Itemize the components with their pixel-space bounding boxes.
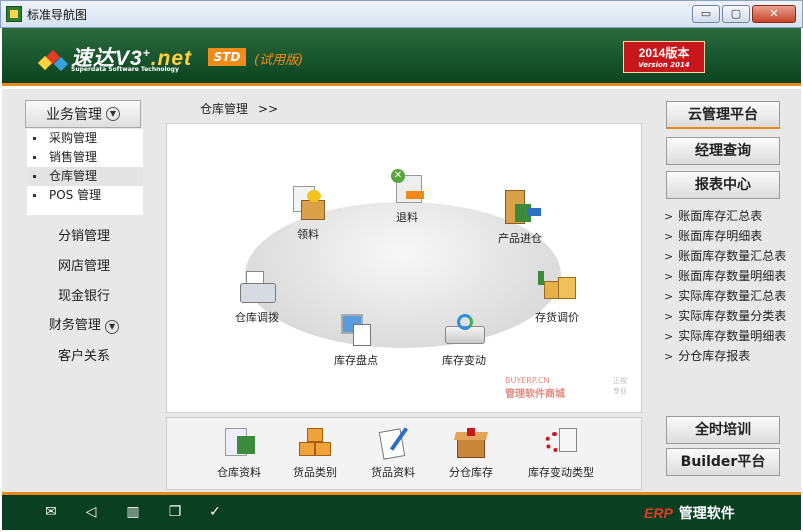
chevron-right-icon: >: [664, 350, 674, 363]
chevron-right-icon: >: [664, 210, 674, 223]
chevron-right-icon: >: [664, 290, 674, 303]
breadcrumb: 仓库管理 >>: [200, 102, 279, 116]
report-link-2[interactable]: > 账面库存明细表: [664, 226, 799, 246]
node-material-requisition[interactable]: 领料: [273, 186, 343, 242]
node-product-inbound[interactable]: 产品进仓: [485, 190, 555, 246]
chevron-right-icon: >: [664, 250, 674, 263]
requisition-box-icon: [289, 186, 327, 224]
version-badge: 2014版本 Version 2014: [623, 41, 705, 73]
edition-badge: STD: [208, 48, 246, 66]
mail-icon[interactable]: ✉: [42, 504, 60, 520]
fax-machine-icon: [238, 269, 276, 307]
logo-subtitle: Superdata Software Technology: [71, 66, 179, 73]
workflow-panel: 领料 ✕ 退料 产品进仓 仓库调拨 存货调价 库存盘点 库存变动 BUYERP.…: [166, 123, 642, 413]
drive-sync-icon: [445, 312, 485, 350]
chevron-down-icon: ▼: [105, 320, 120, 334]
node-inventory-count[interactable]: 库存盘点: [321, 312, 391, 368]
training-button[interactable]: 全时培训: [666, 416, 780, 444]
minimize-button[interactable]: ▭: [692, 5, 720, 23]
window-controls: ▭ ▢ ✕: [692, 5, 796, 23]
builder-platform-button[interactable]: Builder平台: [666, 448, 780, 476]
chevron-right-icon: >: [664, 270, 674, 283]
sidebar-item-webshop[interactable]: 网店管理: [26, 255, 142, 274]
business-submenu: 采购管理 销售管理 仓库管理 POS 管理: [27, 129, 143, 215]
business-management-toggle[interactable]: 业务管理 ▼: [25, 100, 141, 128]
sidebar-item-purchase[interactable]: 采购管理: [27, 129, 143, 148]
app-icon: [6, 6, 22, 22]
manager-query-button[interactable]: 经理查询: [666, 137, 780, 165]
report-link-6[interactable]: > 实际库存数量分类表: [664, 306, 799, 326]
warehouse-doc-icon: [221, 426, 257, 460]
window-titlebar: 标准导航图 ▭ ▢ ✕: [0, 0, 803, 28]
sidebar-item-cash-bank[interactable]: 现金银行: [26, 285, 142, 304]
sidebar-item-sales[interactable]: 销售管理: [27, 148, 143, 167]
report-link-4[interactable]: > 账面库存数量明细表: [664, 266, 799, 286]
erp-brand: ERP 管理软件: [644, 505, 735, 521]
logo-mark-icon: [37, 49, 69, 72]
report-link-5[interactable]: > 实际库存数量汇总表: [664, 286, 799, 306]
bottom-item-goods-data[interactable]: 货品资料: [353, 426, 433, 480]
chevron-down-icon: ▼: [106, 107, 120, 121]
node-inventory-change[interactable]: 库存变动: [429, 312, 499, 368]
node-warehouse-transfer[interactable]: 仓库调拨: [222, 269, 292, 325]
report-link-7[interactable]: > 实际库存数量明细表: [664, 326, 799, 346]
sidebar-item-crm[interactable]: 客户关系: [26, 345, 142, 364]
report-link-1[interactable]: > 账面库存汇总表: [664, 206, 799, 226]
warehouse-in-icon: [501, 190, 541, 228]
header-banner: 速达V3+.net Superdata Software Technology …: [2, 28, 801, 86]
bottom-item-goods-category[interactable]: 货品类别: [275, 426, 355, 480]
chevron-right-icon: >: [664, 330, 674, 343]
basic-data-panel: 仓库资料 货品类别 货品资料 分仓库存 库存变动类型: [166, 417, 642, 490]
sidebar-item-finance[interactable]: 财务管理 ▼: [26, 314, 142, 334]
node-stock-price-adjust[interactable]: 存货调价: [522, 269, 592, 325]
report-link-8[interactable]: > 分仓库存报表: [664, 346, 799, 366]
main-area: 业务管理 ▼ 采购管理 销售管理 仓库管理 POS 管理 分销管理 网店管理 现…: [2, 89, 801, 492]
open-box-icon: [453, 426, 489, 460]
stacked-boxes-icon: [297, 426, 333, 460]
chevron-right-icon: >: [664, 230, 674, 243]
boxes-coins-icon: [538, 269, 576, 307]
report-list: > 账面库存汇总表 > 账面库存明细表 > 账面库存数量汇总表 > 账面库存数量明细表 …: [664, 206, 799, 366]
bottom-item-warehouse-data[interactable]: 仓库资料: [199, 426, 279, 480]
maximize-button[interactable]: ▢: [722, 5, 750, 23]
bottom-item-branch-stock[interactable]: 分仓库存: [431, 426, 511, 480]
sidebar-item-distribution[interactable]: 分销管理: [26, 225, 142, 244]
return-doc-icon: ✕: [388, 169, 426, 207]
speaker-icon[interactable]: ◁: [82, 504, 100, 520]
bottom-item-change-types[interactable]: 库存变动类型: [511, 426, 611, 480]
book-icon[interactable]: ▥: [124, 504, 142, 520]
check-icon[interactable]: ✓: [206, 504, 224, 520]
sidebar-item-pos[interactable]: POS 管理: [27, 186, 143, 205]
clipboard-pen-icon: [375, 426, 411, 460]
footer-bar: ✉ ◁ ▥ ❐ ✓ ERP 管理软件: [2, 492, 801, 530]
chevron-right-icon: >: [664, 310, 674, 323]
product-logo: 速达V3+.net Superdata Software Technology: [37, 42, 192, 73]
sidebar-item-warehouse[interactable]: 仓库管理: [27, 167, 143, 186]
watermark: BUYERP.CN 管理软件商城 正规专业: [505, 376, 627, 400]
trial-label: (试用版): [254, 53, 304, 68]
gear-docs-icon: [543, 426, 579, 460]
report-center-button[interactable]: 报表中心: [666, 171, 780, 199]
window-title: 标准导航图: [27, 7, 88, 22]
cloud-platform-button[interactable]: 云管理平台: [666, 101, 780, 129]
close-button[interactable]: ✕: [752, 5, 796, 23]
report-link-3[interactable]: > 账面库存数量汇总表: [664, 246, 799, 266]
node-material-return[interactable]: ✕ 退料: [372, 169, 442, 225]
monitor-checklist-icon: [337, 312, 375, 350]
documents-icon[interactable]: ❐: [166, 504, 184, 520]
